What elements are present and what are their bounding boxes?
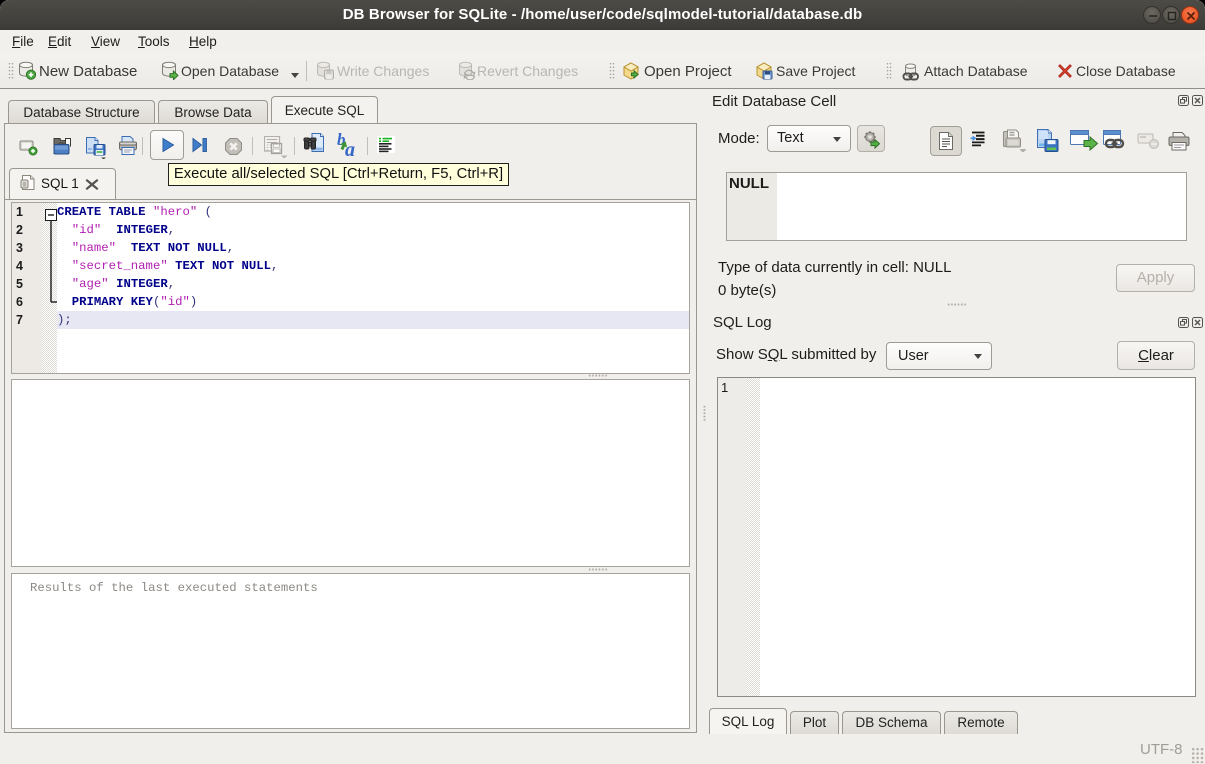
svg-text:a: a bbox=[345, 139, 355, 157]
